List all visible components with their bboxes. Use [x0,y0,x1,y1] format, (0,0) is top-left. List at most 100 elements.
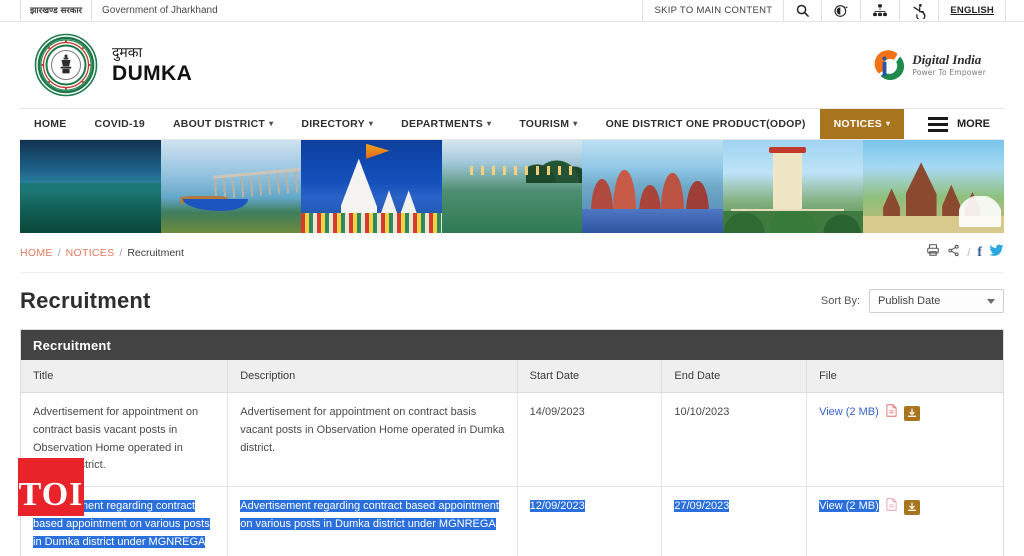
nav-label: ABOUT DISTRICT [172,118,266,130]
breadcrumb-notices[interactable]: NOTICES [66,247,115,259]
main-navigation: HOME COVID-19 ABOUT DISTRICT ▾ DIRECTORY… [20,108,1004,140]
column-header-end-date[interactable]: End Date [661,360,808,393]
recruitment-table-wrapper: Recruitment Title Description Start Date… [20,329,1004,556]
banner-slice-basukinath-temple [301,140,442,233]
banner-slice-terracotta-temples [863,140,1004,233]
view-file-link[interactable]: View (2 MB) [819,500,879,513]
nav-label: HOME [34,118,67,130]
nav-item-notices[interactable]: NOTICES ▾ [819,109,905,139]
nav-item-about-district[interactable]: ABOUT DISTRICT ▾ [159,109,287,139]
table-caption: Recruitment [21,330,1003,360]
breadcrumb-home[interactable]: HOME [20,247,53,259]
nav-label: ONE DISTRICT ONE PRODUCT(ODOP) [605,118,806,130]
pdf-file-icon[interactable] [886,404,897,424]
chevron-down-icon: ▾ [487,119,492,128]
language-selector[interactable]: ENGLISH [938,0,1006,21]
nav-label: COVID-19 [94,118,145,130]
cell-description: Advertisement regarding contract based a… [227,486,518,556]
column-header-description[interactable]: Description [227,360,518,393]
row-description-text: Advertisement regarding contract based a… [240,500,499,531]
sort-by-value: Publish Date [878,295,941,307]
district-name-hindi: दुमका [112,44,143,61]
share-separator: / [967,246,971,259]
hamburger-icon [928,116,948,132]
pdf-file-icon[interactable] [886,498,897,518]
twitter-bird-icon[interactable] [989,244,1004,262]
toi-watermark: TOI [18,458,84,516]
topbar-right-group: SKIP TO MAIN CONTENT ENGLISH [642,0,1006,21]
view-file-link[interactable]: View (2 MB) [819,406,879,418]
sort-control-group: Sort By: Publish Date [821,289,1004,313]
banner-slice-lake [20,140,161,233]
banner-slice-boat-bridge [160,140,302,233]
cell-description: Advertisement for appointment on contrac… [227,392,518,488]
toi-watermark-label: TOI [18,476,84,513]
page-title: Recruitment [20,288,151,313]
share-icon[interactable] [947,244,960,262]
page-title-row: Recruitment Sort By: Publish Date [20,273,1004,319]
share-toolbar: / f [926,243,1004,262]
skip-to-main-content-link[interactable]: SKIP TO MAIN CONTENT [642,0,783,21]
table-header-row: Title Description Start Date End Date Fi… [21,360,1003,393]
cell-start-date: 12/09/2023 [517,486,663,556]
more-menu-button[interactable]: MORE [914,109,1004,139]
column-header-file[interactable]: File [806,360,1003,393]
utility-topbar: झारखण्ड सरकार Government of Jharkhand SK… [0,0,1024,22]
nav-item-directory[interactable]: DIRECTORY ▾ [287,109,387,139]
tourism-banner [20,140,1004,233]
printer-icon[interactable] [926,243,940,262]
sort-by-select[interactable]: Publish Date [869,289,1004,313]
search-icon[interactable] [783,0,821,21]
digital-india-swoosh-icon [874,50,905,81]
breadcrumb-current: Recruitment [127,246,184,259]
download-icon[interactable] [903,405,920,421]
row-description-text: Advertisement for appointment on contrac… [240,406,505,454]
site-header: दुमका DUMKA Digital India Power To Empow… [0,22,1024,108]
government-name-english: Government of Jharkhand [102,5,218,16]
accessibility-wheelchair-icon[interactable] [899,0,938,21]
more-label: MORE [957,118,990,130]
column-header-title[interactable]: Title [21,360,229,393]
nav-item-tourism[interactable]: TOURISM ▾ [505,109,591,139]
language-label: ENGLISH [950,5,994,16]
column-header-start-date[interactable]: Start Date [517,360,663,393]
sort-by-label: Sort By: [820,295,860,307]
nav-item-departments[interactable]: DEPARTMENTS ▾ [387,109,505,139]
banner-slice-temple-complex [582,140,723,233]
chevron-down-icon: ▾ [269,119,274,128]
row-start-date: 12/09/2023 [529,500,585,513]
digital-india-tagline: Power To Empower [912,67,986,77]
row-end-date: 27/09/2023 [674,500,730,513]
brand-text: दुमका DUMKA [112,45,192,85]
main-navigation-wrapper: HOME COVID-19 ABOUT DISTRICT ▾ DIRECTORY… [0,108,1024,140]
banner-slice-night-lake [441,140,583,233]
district-name-english: DUMKA [112,62,193,85]
facebook-icon[interactable]: f [977,245,982,260]
cell-end-date: 10/10/2023 [661,392,808,488]
row-end-date: 10/10/2023 [674,406,730,418]
chevron-down-icon: ▾ [368,119,374,128]
nav-item-covid-19[interactable]: COVID-19 [81,109,159,139]
nav-label: NOTICES [833,118,882,130]
banner-slice-watch-tower [722,140,864,233]
nav-label: TOURISM [519,118,570,130]
accessibility-theme-icon[interactable] [821,0,860,21]
cell-file: View (2 MB) [806,486,1003,556]
cell-end-date: 27/09/2023 [661,486,808,556]
breadcrumb: HOME / NOTICES / Recruitment [20,247,184,259]
download-icon[interactable] [903,499,920,515]
chevron-down-icon: ▾ [886,119,891,128]
brand-block[interactable]: दुमका DUMKA [34,33,192,97]
topbar-left-group: झारखण्ड सरकार Government of Jharkhand [20,0,228,21]
digital-india-text: Digital India Power To Empower [912,53,986,77]
table-row: Advertisement regarding contract based a… [21,486,1003,556]
jharkhand-government-emblem-icon [34,33,98,97]
nav-item-odop[interactable]: ONE DISTRICT ONE PRODUCT(ODOP) [592,109,820,139]
nav-label: DIRECTORY [301,118,365,130]
breadcrumb-bar: HOME / NOTICES / Recruitment / f [20,233,1004,273]
sitemap-icon[interactable] [860,0,899,21]
digital-india-logo[interactable]: Digital India Power To Empower [872,48,986,82]
nav-item-home[interactable]: HOME [20,109,81,139]
recruitment-table: Title Description Start Date End Date Fi… [21,360,1003,556]
row-start-date: 14/09/2023 [529,406,585,418]
